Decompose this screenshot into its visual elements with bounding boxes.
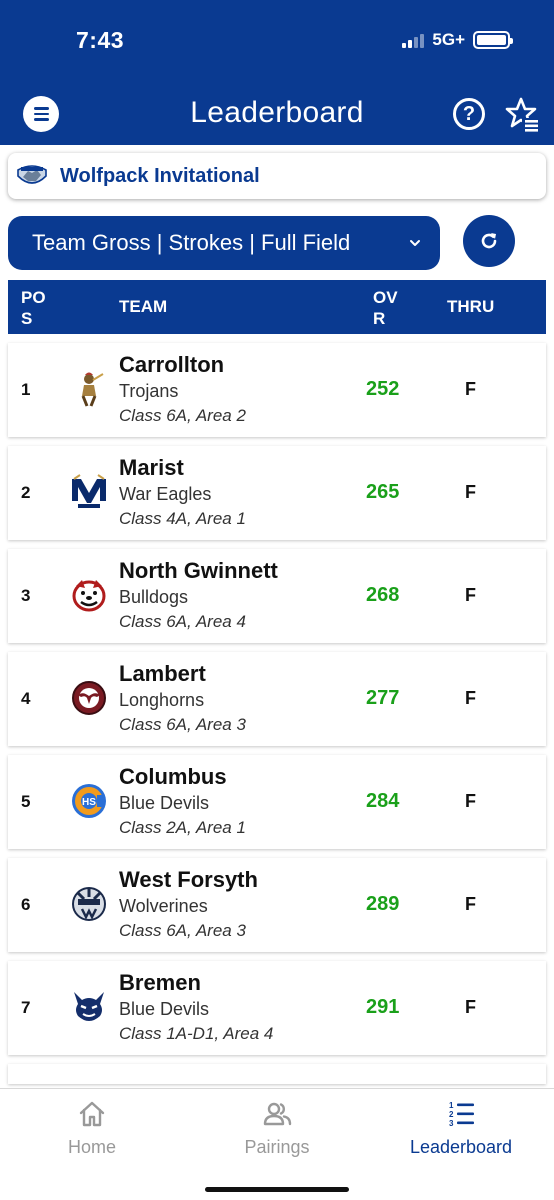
row-position: 4 (21, 689, 31, 708)
team-row[interactable]: 4 Lambert Longhorns Class 6A, Area 3 277… (8, 652, 546, 746)
team-mascot: Blue Devils (119, 793, 210, 813)
bulldogs-logo-icon (72, 580, 106, 612)
row-position: 2 (21, 483, 31, 502)
team-thru: F (465, 482, 476, 502)
team-thru: F (465, 791, 476, 811)
people-icon (263, 1102, 292, 1126)
team-score: 289 (366, 893, 400, 915)
leaderboard-content: Wolfpack Invitational Team Gross | Strok… (0, 145, 554, 1088)
trojans-logo-icon (81, 372, 104, 407)
nav-home[interactable]: Home (22, 1099, 162, 1158)
row-position: 7 (21, 998, 31, 1017)
nav-leaderboard-label: Leaderboard (409, 1137, 513, 1157)
team-score: 277 (366, 687, 400, 709)
team-thru: F (465, 894, 476, 914)
header-thru: THRU (447, 297, 495, 316)
team-thru: F (465, 688, 476, 708)
row-position: 5 (21, 792, 31, 811)
longhorns-logo-icon (72, 681, 106, 715)
nav-pairings[interactable]: Pairings (207, 1099, 347, 1158)
team-name: Columbus (119, 764, 227, 789)
svg-text:1: 1 (449, 1101, 454, 1110)
team-name: Marist (119, 455, 184, 480)
team-row-partial[interactable] (8, 1064, 546, 1084)
refresh-button[interactable] (463, 215, 515, 267)
status-time: 7:43 (76, 27, 125, 53)
scoring-filter-select[interactable]: Team Gross | Strokes | Full Field (8, 216, 440, 270)
team-score: 268 (366, 584, 400, 606)
nav-pairings-label: Pairings (244, 1137, 310, 1157)
team-score: 265 (366, 481, 400, 503)
row-position: 1 (21, 380, 31, 399)
team-mascot: Longhorns (119, 690, 205, 710)
network-type: 5G+ (432, 30, 465, 49)
team-name: West Forsyth (119, 867, 258, 892)
home-icon (79, 1101, 105, 1127)
svg-text:HS: HS (82, 797, 96, 808)
team-row[interactable]: 6 West Forsyth Wolverines Class 6A, Area… (8, 858, 546, 952)
team-class: Class 6A, Area 3 (119, 921, 246, 940)
wolverines-logo-icon (72, 887, 106, 921)
event-card[interactable]: Wolfpack Invitational (8, 153, 546, 199)
header-pos: POS (21, 288, 46, 328)
team-row[interactable]: 2 Marist War Eagles Class 4A, Area 1 265… (8, 446, 546, 540)
team-class: Class 6A, Area 2 (119, 406, 246, 425)
team-mascot: Wolverines (119, 896, 208, 916)
team-mascot: Bulldogs (119, 587, 189, 607)
team-thru: F (465, 997, 476, 1017)
team-score: 284 (366, 790, 400, 812)
home-indicator (205, 1187, 349, 1192)
team-row[interactable]: 1 Carrollton Trojans Class 6A, Area 2 25… (8, 343, 546, 437)
team-name: Lambert (119, 661, 206, 686)
star-list-icon (505, 97, 539, 132)
status-icons: 5G+ (402, 30, 513, 50)
team-class: Class 2A, Area 1 (119, 818, 246, 837)
ranked-list-icon: 1 2 3 (449, 1101, 474, 1128)
chevron-down-icon (410, 240, 420, 246)
leaderboard-rows: 1 Carrollton Trojans Class 6A, Area 2 25… (0, 334, 554, 1084)
team-row[interactable]: 3 North Gwinnett Bulldogs Class 6A, Area… (8, 549, 546, 643)
bottom-nav: Home Pairings 1 2 3 Leaderboard (0, 1088, 554, 1200)
team-class: Class 4A, Area 1 (119, 509, 246, 528)
team-mascot: Blue Devils (119, 999, 210, 1019)
columbus-logo-icon: HS (72, 784, 106, 818)
team-class: Class 6A, Area 4 (119, 612, 246, 631)
north-logo-icon (17, 165, 47, 184)
team-name: Bremen (119, 970, 201, 995)
app-header: 7:43 5G+ Leaderboard ? (0, 0, 554, 145)
help-button[interactable]: ? (453, 98, 485, 130)
nav-home-label: Home (67, 1137, 116, 1157)
signal-icon (402, 32, 425, 48)
team-score: 291 (366, 996, 400, 1018)
team-class: Class 1A-D1, Area 4 (119, 1024, 274, 1043)
refresh-icon (481, 233, 497, 249)
war-eagles-logo-icon (72, 474, 106, 508)
team-mascot: Trojans (119, 381, 179, 401)
filter-label: Team Gross | Strokes | Full Field (32, 230, 351, 255)
row-position: 6 (21, 895, 31, 914)
svg-text:3: 3 (449, 1119, 454, 1128)
header-ovr: OVR (373, 288, 398, 328)
team-name: North Gwinnett (119, 558, 278, 583)
row-position: 3 (21, 586, 31, 605)
team-row[interactable]: 5 HS Columbus Blue Devils Class 2A, Area… (8, 755, 546, 849)
team-mascot: War Eagles (119, 484, 212, 504)
team-thru: F (465, 585, 476, 605)
team-score: 252 (366, 378, 400, 400)
team-name: Carrollton (119, 352, 225, 377)
team-thru: F (465, 379, 476, 399)
event-name: Wolfpack Invitational (60, 164, 260, 187)
team-row[interactable]: 7 Bremen Blue Devils Class 1A-D1, Area 4… (8, 961, 546, 1055)
team-class: Class 6A, Area 3 (119, 715, 246, 734)
blue-devils-logo-icon (74, 992, 104, 1021)
nav-leaderboard[interactable]: 1 2 3 Leaderboard (391, 1099, 531, 1158)
battery-icon (473, 31, 513, 49)
favorites-button[interactable] (505, 96, 539, 132)
header-team: TEAM (119, 297, 168, 316)
table-header: POS TEAM OVR THRU (8, 280, 546, 334)
svg-text:2: 2 (449, 1110, 454, 1119)
